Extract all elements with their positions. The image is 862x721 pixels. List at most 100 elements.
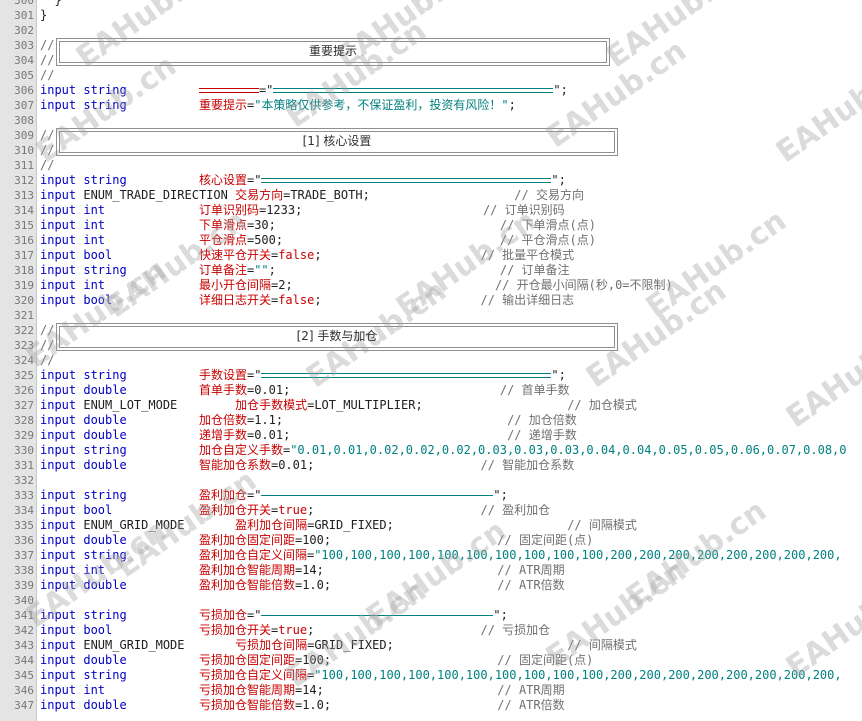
- code-text: input string 手数设置=" ";: [40, 368, 566, 383]
- bool-literal: true: [278, 623, 308, 637]
- code-line[interactable]: 315 input int 下单滑点=30; // 下单滑点(点): [0, 218, 862, 233]
- code-line[interactable]: 324 //: [0, 353, 862, 368]
- line-number: 321: [14, 309, 34, 322]
- code-line[interactable]: 316 input int 平仓滑点=500; // 平仓滑点(点): [0, 233, 862, 248]
- code-line[interactable]: 323 // [2] 手数与加仓: [0, 323, 862, 353]
- line-number: 318: [14, 264, 34, 277]
- line-number: 307: [14, 99, 34, 112]
- code-token: ";: [551, 173, 566, 187]
- code-line[interactable]: 317 input bool 快速平仓开关=false; // 批量平仓模式: [0, 248, 862, 263]
- code-line[interactable]: 337 input string 盈利加仓自定义间隔="100,100,100,1…: [0, 548, 862, 563]
- comment: // ATR倍数: [497, 578, 565, 592]
- type-identifier: ENUM_GRID_MODE: [76, 518, 185, 532]
- type-identifier: ENUM_LOT_MODE: [76, 398, 178, 412]
- banner-title: [1] 核心设置: [302, 134, 372, 148]
- comment: //: [40, 323, 55, 337]
- code-line[interactable]: 336 input double 盈利加仓固定间距=100; // 固定间距(点): [0, 533, 862, 548]
- code-line[interactable]: 305 //: [0, 68, 862, 83]
- code-line[interactable]: 302: [0, 23, 862, 38]
- code-line[interactable]: 341 input string 亏损加仓=" ";: [0, 608, 862, 623]
- line-number: 335: [14, 519, 34, 532]
- code-line[interactable]: 333 input string 盈利加仓=" ";: [0, 488, 862, 503]
- code-line[interactable]: 343 input ENUM_GRID_MODE 亏损加仓间隔=GRID_FIXE…: [0, 638, 862, 653]
- code-line[interactable]: 325 input string 手数设置=" ";: [0, 368, 862, 383]
- code-line[interactable]: 326 input double 首单手数=0.01; // 首单手数: [0, 383, 862, 398]
- code-token: =LOT_MULTIPLIER;: [307, 398, 568, 412]
- code-line[interactable]: 304 // 重要提示: [0, 38, 862, 68]
- variable-name: 盈利加仓固定间距: [198, 533, 295, 547]
- line-number: 347: [14, 699, 34, 712]
- keyword: input string: [40, 83, 127, 97]
- code-text: input string 亏损加仓=" ";: [40, 608, 508, 623]
- code-line[interactable]: 331 input double 智能加仓系数=0.01; // 智能加仓系数: [0, 458, 862, 473]
- code-line[interactable]: 313 input ENUM_TRADE_DIRECTION 交易方向=TRADE…: [0, 188, 862, 203]
- code-line[interactable]: 342 input bool 亏损加仓开关=true; // 亏损加仓: [0, 623, 862, 638]
- code-line[interactable]: 330 input string 加仓自定义手数="0.01,0.01,0.02,…: [0, 443, 862, 458]
- line-number: 308: [14, 114, 34, 127]
- code-line[interactable]: 338 input int 盈利加仓智能周期=14; // ATR周期: [0, 563, 862, 578]
- type-identifier: ENUM_TRADE_DIRECTION: [76, 188, 236, 202]
- code-line[interactable]: 335 input ENUM_GRID_MODE 盈利加仓间隔=GRID_FIXE…: [0, 518, 862, 533]
- code-line[interactable]: 321: [0, 308, 862, 323]
- code-line[interactable]: 340: [0, 593, 862, 608]
- keyword: input double: [40, 698, 127, 712]
- code-line[interactable]: 310 // [1] 核心设置: [0, 128, 862, 158]
- code-text: input ENUM_LOT_MODE 加仓手数模式=LOT_MULTIPLIE…: [40, 398, 637, 413]
- code-editor[interactable]: 300 } 301} 302 303//304//重要提示 305//306 input …: [0, 0, 862, 713]
- code-line[interactable]: 327 input ENUM_LOT_MODE 加仓手数模式=LOT_MULTIP…: [0, 398, 862, 413]
- line-number: 300: [14, 0, 34, 7]
- bool-literal: false: [278, 248, 315, 262]
- code-token: ;: [283, 383, 500, 397]
- code-line[interactable]: 347 input double 亏损加仓智能倍数=1.0; // ATR倍数: [0, 698, 862, 713]
- code-line[interactable]: 344 input double 亏损加仓固定间距=100; // 固定间距(点): [0, 653, 862, 668]
- code-line[interactable]: 318 input string 订单备注=""; // 订单备注: [0, 263, 862, 278]
- line-number: 338: [14, 564, 34, 577]
- variable-name: 盈利加仓: [198, 488, 247, 502]
- code-line[interactable]: 329 input double 递增手数=0.01; // 递增手数: [0, 428, 862, 443]
- code-line[interactable]: 314 input int 订单识别码=1233; // 订单识别码: [0, 203, 862, 218]
- comment: // 平仓滑点(点): [499, 233, 596, 247]
- code-line[interactable]: 346 input int 亏损加仓智能周期=14; // ATR周期: [0, 683, 862, 698]
- line-number: 342: [14, 624, 34, 637]
- code-line[interactable]: 319 input int 最小开仓间隔=2; // 开仓最小间隔(秒,0=不限制…: [0, 278, 862, 293]
- code-line[interactable]: 306 input string =" ";: [0, 83, 862, 98]
- code-token: =GRID_FIXED;: [307, 518, 568, 532]
- number-literal: 100: [302, 653, 324, 667]
- code-text: input string 加仓自定义手数="0.01,0.01,0.02,0.0…: [40, 443, 847, 458]
- comment: // ATR倍数: [497, 698, 565, 712]
- code-token: ;: [295, 203, 483, 217]
- code-line[interactable]: 300 }: [0, 0, 862, 8]
- line-number: 305: [14, 69, 34, 82]
- comment: // 盈利加仓: [480, 503, 551, 517]
- line-number: 328: [14, 414, 34, 427]
- code-line[interactable]: 339 input double 盈利加仓智能倍数=1.0; // ATR倍数: [0, 578, 862, 593]
- code-line[interactable]: 320 input bool 详细日志开关=false; // 输出详细日志: [0, 293, 862, 308]
- code-line[interactable]: 307 input string 重要提示="本策略仅供参考，不保证盈利，投资有风…: [0, 98, 862, 113]
- code-text: input int 亏损加仓智能周期=14; // ATR周期: [40, 683, 565, 698]
- code-line[interactable]: 345 input string 亏损加仓自定义间隔="100,100,100,1…: [0, 668, 862, 683]
- code-line[interactable]: 312 input string 核心设置=" ";: [0, 173, 862, 188]
- code-text: input string 重要提示="本策略仅供参考，不保证盈利，投资有风险！"…: [40, 98, 516, 113]
- code-line[interactable]: 334 input bool 盈利加仓开关=true; // 盈利加仓: [0, 503, 862, 518]
- number-literal: 0.01: [254, 383, 284, 397]
- separator-rule: [198, 88, 259, 93]
- code-text: input int 订单识别码=1233; // 订单识别码: [40, 203, 565, 218]
- code-line[interactable]: 328 input double 加仓倍数=1.1; // 加仓倍数: [0, 413, 862, 428]
- code-line[interactable]: 301}: [0, 8, 862, 23]
- number-literal: 1.1: [254, 413, 276, 427]
- code-line[interactable]: 332: [0, 473, 862, 488]
- code-line[interactable]: 308: [0, 113, 862, 128]
- code-line[interactable]: 311 //: [0, 158, 862, 173]
